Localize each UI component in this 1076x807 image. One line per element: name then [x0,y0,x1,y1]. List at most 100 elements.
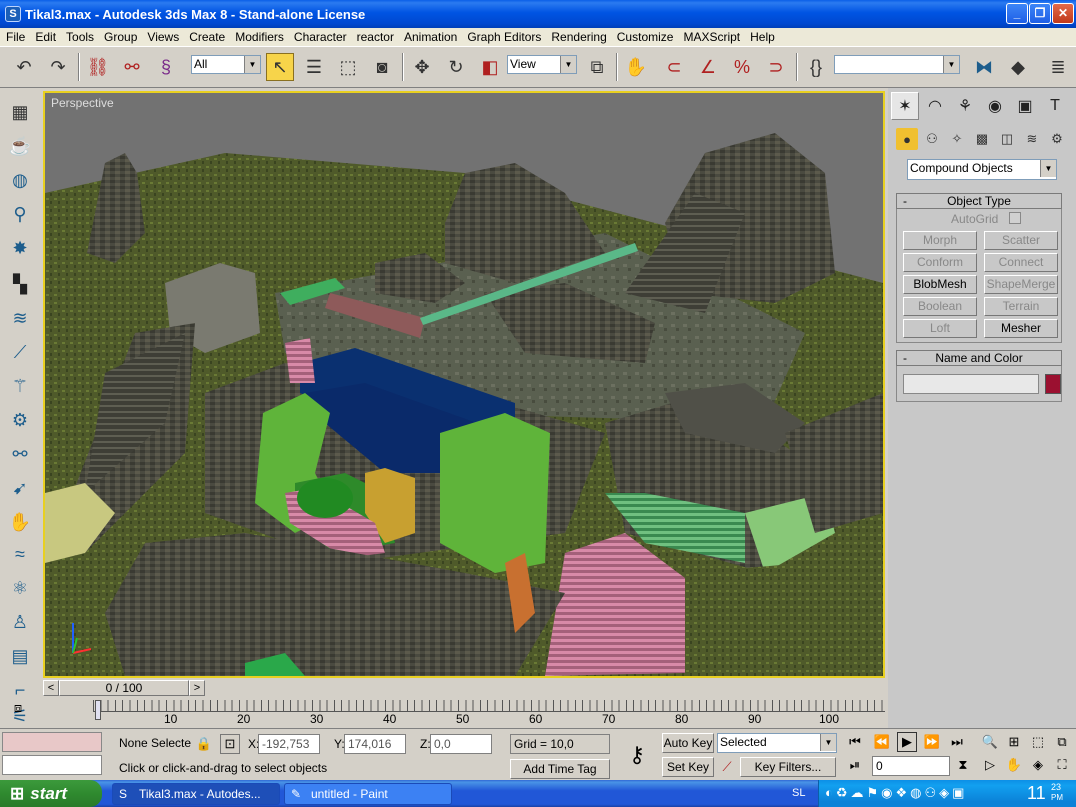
undo-icon[interactable]: ↶ [10,53,38,81]
unlink-selection-icon[interactable]: ⚯ [118,53,146,81]
set-key-button[interactable]: Set Key [662,757,714,777]
bind-to-space-warp-icon[interactable]: § [152,53,180,81]
select-and-manipulate-icon[interactable]: ✋ [622,53,650,81]
blobmesh-button[interactable]: BlobMesh [903,275,977,294]
edit-named-selection-icon[interactable]: {} [802,53,830,81]
start-button[interactable]: ⊞ start [0,780,102,807]
mesher-button[interactable]: Mesher [984,319,1058,338]
angle-snap-icon[interactable]: ∠ [694,53,722,81]
track-ruler[interactable] [93,700,885,712]
menu-file[interactable]: File [2,30,31,44]
menu-customize[interactable]: Customize [613,30,680,44]
x-coordinate-field[interactable]: -192,753 [258,734,320,754]
object-color-swatch[interactable] [1045,374,1061,394]
key-filters-button[interactable]: Key Filters... [740,757,836,777]
previous-frame-icon[interactable]: < [43,680,59,696]
autogrid-checkbox[interactable] [1009,212,1021,224]
taskbar-item-paint[interactable]: ✎ untitled - Paint [284,783,452,805]
settings-gear-icon[interactable]: ⚙ [6,406,34,434]
menu-character[interactable]: Character [290,30,353,44]
menu-edit[interactable]: Edit [31,30,62,44]
previous-key-icon[interactable]: ⏪ [872,732,892,752]
menu-rendering[interactable]: Rendering [547,30,612,44]
select-by-name-icon[interactable]: ☰ [300,53,328,81]
perspective-viewport[interactable]: Perspective [43,91,885,678]
figure-icon[interactable]: ♙ [6,608,34,636]
snaps-toggle-icon[interactable]: ⊂ [660,53,688,81]
motion-tab-icon[interactable]: ◉ [981,92,1009,120]
go-to-end-icon[interactable]: ⏭ [947,732,967,752]
use-pivot-center-icon[interactable]: ⧉ [583,53,611,81]
window-crossing-icon[interactable]: ◙ [368,53,396,81]
zoom-icon[interactable]: 🔍 [980,732,1000,752]
next-key-icon[interactable]: ⏩ [922,732,942,752]
time-slider-thumb[interactable]: 0 / 100 [59,680,189,696]
cameras-icon[interactable]: ▩ [971,128,993,150]
helpers-icon[interactable]: ◫ [996,128,1018,150]
select-and-link-icon[interactable]: ⛓ [84,53,112,81]
scatter-button[interactable]: Scatter [984,231,1058,250]
category-dropdown[interactable]: Compound Objects ▼ [907,159,1057,180]
cloth-icon[interactable]: ▤ [6,642,34,670]
close-button[interactable]: ✕ [1052,3,1074,24]
utilities-tab-icon[interactable]: T [1041,92,1069,120]
menu-create[interactable]: Create [185,30,231,44]
create-tab-icon[interactable]: ✶ [891,92,919,120]
maximize-button[interactable]: ❐ [1029,3,1051,24]
current-frame-field[interactable]: 0 [872,756,950,776]
bone-icon[interactable]: ⚚ [6,372,34,400]
z-coordinate-field[interactable]: 0,0 [430,734,492,754]
conform-button[interactable]: Conform [903,253,977,272]
space-warps-icon[interactable]: ≋ [1021,128,1043,150]
spinner-snap-icon[interactable]: ⊃ [762,53,790,81]
scene-render[interactable] [45,93,883,676]
menu-group[interactable]: Group [100,30,143,44]
selection-filter-dropdown[interactable]: All ▼ [191,55,261,74]
key-mode-dropdown[interactable]: Selected ▼ [717,733,837,753]
language-indicator[interactable]: SL [792,787,805,799]
named-selection-dropdown[interactable]: ▼ [834,55,960,74]
terrain-button[interactable]: Terrain [984,297,1058,316]
teapot-icon[interactable]: ☕ [6,132,34,160]
go-to-start-icon[interactable]: ⏮ [845,732,865,752]
absolute-mode-icon[interactable]: ⊡ [220,734,240,754]
time-configuration-icon[interactable]: ⧗ [953,755,973,775]
boolean-button[interactable]: Boolean [903,297,977,316]
atom-icon[interactable]: ⚛ [6,574,34,602]
maximize-viewport-icon[interactable]: ⛶ [1052,755,1072,775]
modify-tab-icon[interactable]: ◠ [921,92,949,120]
key-icon[interactable]: ⚷ [614,737,660,775]
field-of-view-icon[interactable]: ▷ [980,755,1000,775]
checker-icon[interactable]: ▚ [6,270,34,298]
helper-icon[interactable]: ⚲ [6,200,34,228]
hierarchy-tab-icon[interactable]: ⚘ [951,92,979,120]
name-and-color-rollout-header[interactable]: - Name and Color [896,350,1062,366]
mirror-icon[interactable]: ⧓ [970,53,998,81]
y-coordinate-field[interactable]: 174,016 [344,734,406,754]
redo-icon[interactable]: ↷ [44,53,72,81]
biped-icon[interactable]: ✸ [6,234,34,262]
zoom-extents-icon[interactable]: ⬚ [1028,732,1048,752]
key-mode-toggle-icon[interactable]: ⏯ [845,755,865,775]
menu-help[interactable]: Help [746,30,781,44]
tray-icons[interactable]: ◐♻☁⚑◉❖◍⚇◈▣ [825,785,967,801]
menu-modifiers[interactable]: Modifiers [231,30,290,44]
title-bar[interactable]: S Tikal3.max - Autodesk 3ds Max 8 - Stan… [0,0,1076,28]
menu-animation[interactable]: Animation [400,30,463,44]
select-and-scale-icon[interactable]: ◧ [476,53,504,81]
sphere-icon[interactable]: ◍ [6,166,34,194]
viewport-label[interactable]: Perspective [51,96,114,110]
bend-icon[interactable]: ⟋ [6,338,34,366]
rectangular-selection-icon[interactable]: ⬚ [334,53,362,81]
select-and-move-icon[interactable]: ✥ [408,53,436,81]
select-object-icon[interactable]: ↖ [266,53,294,81]
zoom-extents-all-icon[interactable]: ⧉ [1052,732,1072,752]
box-icon[interactable]: ▦ [6,98,34,126]
stack-icon[interactable]: ≋ [6,304,34,332]
menu-graph-editors[interactable]: Graph Editors [463,30,547,44]
pan-icon[interactable]: ✋ [1004,755,1024,775]
object-type-rollout-header[interactable]: - Object Type [896,193,1062,209]
clock-hour[interactable]: 11 [1027,783,1046,804]
display-tab-icon[interactable]: ▣ [1011,92,1039,120]
play-icon[interactable]: ▶ [897,732,917,752]
